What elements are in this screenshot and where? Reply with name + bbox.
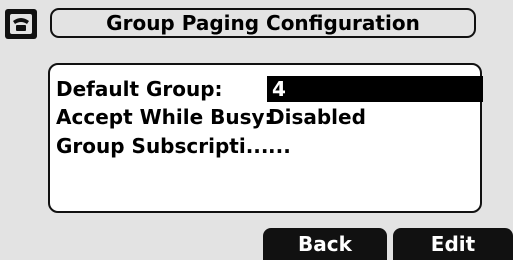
setting-label: Default Group:	[56, 77, 223, 101]
setting-row-group-subscription[interactable]: Group Subscripti... ...	[56, 132, 482, 160]
page-title-text: Group Paging Configuration	[106, 11, 420, 35]
setting-label: Accept While Busy:	[56, 105, 273, 129]
edit-softkey[interactable]: Edit	[393, 228, 513, 260]
setting-value: Disabled	[268, 105, 366, 129]
setting-value: 4	[272, 77, 286, 101]
setting-label: Group Subscripti...	[56, 134, 269, 158]
page-title: Group Paging Configuration	[50, 8, 476, 38]
settings-panel: Default Group: 4 Accept While Busy: Disa…	[48, 63, 483, 213]
phone-screen: Group Paging Configuration Default Group…	[0, 0, 513, 260]
setting-value: ...	[268, 134, 291, 158]
back-softkey[interactable]: Back	[263, 228, 387, 260]
setting-row-default-group[interactable]: Default Group: 4	[56, 75, 483, 103]
phone-icon	[4, 8, 38, 40]
edit-softkey-label: Edit	[430, 232, 476, 256]
selection-highlight	[267, 76, 483, 102]
back-softkey-label: Back	[298, 232, 352, 256]
setting-row-accept-while-busy[interactable]: Accept While Busy: Disabled	[56, 103, 482, 131]
